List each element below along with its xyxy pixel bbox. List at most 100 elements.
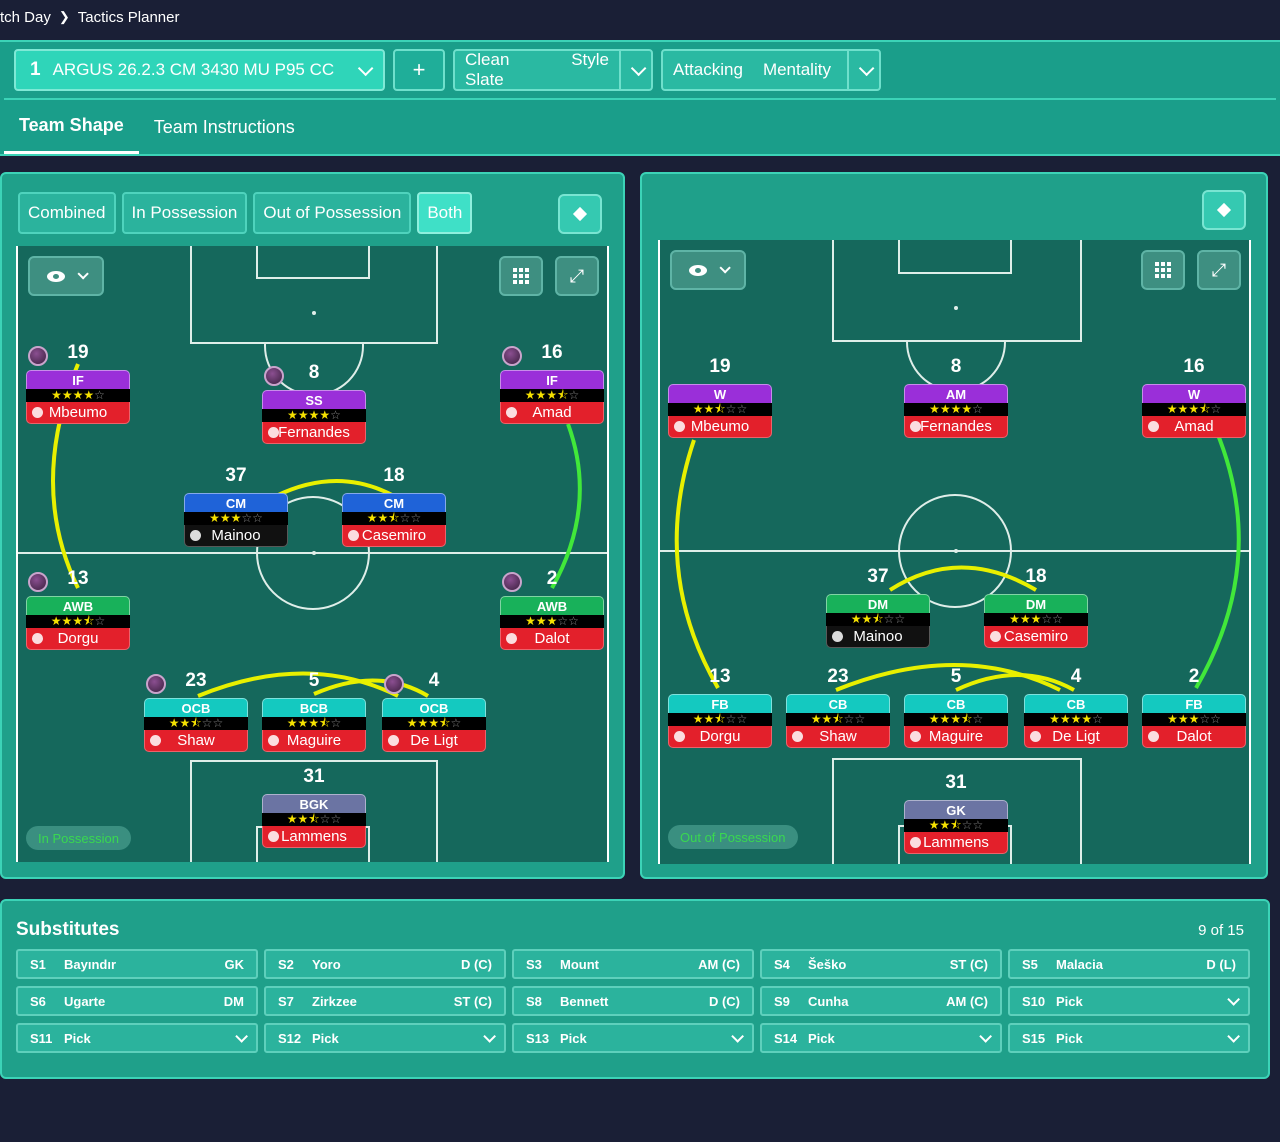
trait-badge-icon bbox=[146, 674, 166, 694]
mode-out-of-possession-button[interactable]: Out of Possession bbox=[253, 192, 412, 234]
role-rating-stars: ★★⯪☆☆ bbox=[342, 512, 446, 525]
substitute-slot-s3[interactable]: S3 Mount AM (C) bbox=[512, 949, 754, 979]
tab-team-instructions[interactable]: Team Instructions bbox=[139, 100, 310, 154]
player-icon bbox=[910, 731, 921, 742]
sub-player-name: Pick bbox=[808, 1030, 835, 1046]
shirt-number: 4 bbox=[416, 666, 452, 696]
substitute-slot-s13[interactable]: S13 Pick bbox=[512, 1023, 754, 1053]
mode-in-possession-button[interactable]: In Possession bbox=[121, 192, 248, 234]
view-options-button[interactable] bbox=[670, 250, 746, 290]
style-dropdown-button[interactable] bbox=[619, 51, 651, 89]
sub-position: D (L) bbox=[1206, 956, 1236, 972]
role-rating-stars: ★★★⯪☆ bbox=[382, 717, 486, 730]
link-line bbox=[550, 423, 582, 589]
player-card[interactable]: 37 CM ★★★☆☆ Mainoo bbox=[184, 463, 288, 547]
player-role: SS bbox=[262, 390, 366, 409]
trait-badge-icon bbox=[384, 674, 404, 694]
grid-toggle-button[interactable] bbox=[1141, 250, 1185, 290]
substitute-slot-s10[interactable]: S10 Pick bbox=[1008, 986, 1250, 1016]
substitute-slot-s7[interactable]: S7 Zirkzee ST (C) bbox=[264, 986, 506, 1016]
tactic-select[interactable]: 1 ARGUS 26.2.3 CM 3430 MU P95 CC bbox=[14, 49, 385, 91]
sub-player-name: Mount bbox=[560, 956, 599, 972]
player-card[interactable]: 8 AM ★★★★☆ Fernandes bbox=[904, 352, 1008, 438]
player-card[interactable]: 31 GK ★★⯪☆☆ Lammens bbox=[904, 768, 1008, 854]
mentality-select[interactable]: Attacking Mentality bbox=[661, 49, 881, 91]
player-role: BGK bbox=[262, 794, 366, 813]
link-line bbox=[313, 678, 430, 698]
player-card[interactable]: 4 CB ★★★★☆ De Ligt bbox=[1024, 662, 1128, 748]
player-card[interactable]: 5 CB ★★★⯪☆ Maguire bbox=[904, 662, 1008, 748]
player-card[interactable]: 18 DM ★★★☆☆ Casemiro bbox=[984, 562, 1088, 648]
substitute-slot-s11[interactable]: S11 Pick bbox=[16, 1023, 258, 1053]
player-card[interactable]: 4 OCB ★★★⯪☆ De Ligt bbox=[382, 666, 486, 752]
trait-badge-icon bbox=[264, 366, 284, 386]
player-name: Fernandes bbox=[920, 418, 992, 435]
substitute-slot-s6[interactable]: S6 Ugarte DM bbox=[16, 986, 258, 1016]
player-card[interactable]: 16 W ★★★⯪☆ Amad bbox=[1142, 352, 1246, 438]
substitute-slot-s12[interactable]: S12 Pick bbox=[264, 1023, 506, 1053]
chevron-down-icon bbox=[357, 60, 374, 76]
tactic-header-panel: 1 ARGUS 26.2.3 CM 3430 MU P95 CC + Clean… bbox=[0, 40, 1280, 156]
role-rating-stars: ★★⯪☆☆ bbox=[786, 713, 890, 726]
mentality-dropdown-button[interactable] bbox=[847, 51, 879, 89]
player-card[interactable]: 19 IF ★★★★☆ Mbeumo bbox=[26, 338, 130, 424]
player-card[interactable]: 8 SS ★★★★☆ Fernandes bbox=[262, 358, 366, 444]
formation-diamond-button[interactable] bbox=[558, 194, 602, 234]
expand-button[interactable]: ⤢ bbox=[1197, 250, 1241, 290]
player-card[interactable]: 18 CM ★★⯪☆☆ Casemiro bbox=[342, 461, 446, 547]
add-tactic-button[interactable]: + bbox=[393, 49, 445, 91]
phase-label-pill: Out of Possession bbox=[668, 825, 798, 849]
substitute-slot-s1[interactable]: S1 Bayındır GK bbox=[16, 949, 258, 979]
link-line bbox=[955, 673, 1075, 692]
player-card[interactable]: 19 W ★★⯪☆☆ Mbeumo bbox=[668, 352, 772, 438]
player-card[interactable]: 13 AWB ★★★⯪☆ Dorgu bbox=[26, 564, 130, 650]
player-role: CB bbox=[1024, 694, 1128, 713]
player-card[interactable]: 13 FB ★★⯪☆☆ Dorgu bbox=[668, 662, 772, 748]
sub-player-name: Bennett bbox=[560, 993, 609, 1009]
expand-button[interactable]: ⤢ bbox=[555, 256, 599, 296]
player-icon bbox=[190, 530, 201, 541]
substitute-slot-s15[interactable]: S15 Pick bbox=[1008, 1023, 1250, 1053]
player-card[interactable]: 16 IF ★★★⯪☆ Amad bbox=[500, 338, 604, 424]
player-icon bbox=[990, 631, 1001, 642]
player-card[interactable]: 2 FB ★★★☆☆ Dalot bbox=[1142, 662, 1246, 748]
role-rating-stars: ★★★★☆ bbox=[262, 409, 366, 422]
substitute-slot-s4[interactable]: S4 Šeško ST (C) bbox=[760, 949, 1002, 979]
view-options-button[interactable] bbox=[28, 256, 104, 296]
mode-both-button[interactable]: Both bbox=[417, 192, 473, 234]
player-name: Shaw bbox=[177, 732, 215, 749]
player-name: Mbeumo bbox=[690, 418, 750, 435]
role-rating-stars: ★★★★☆ bbox=[26, 389, 130, 402]
shirt-number: 37 bbox=[219, 463, 253, 493]
player-card[interactable]: 31 BGK ★★⯪☆☆ Lammens bbox=[262, 762, 366, 848]
player-card[interactable]: 37 DM ★★⯪☆☆ Mainoo bbox=[826, 564, 930, 648]
player-icon bbox=[910, 421, 921, 432]
substitute-slot-s2[interactable]: S2 Yoro D (C) bbox=[264, 949, 506, 979]
role-rating-stars: ★★⯪☆☆ bbox=[826, 613, 930, 626]
player-icon bbox=[388, 735, 399, 746]
player-name: Casemiro bbox=[1003, 628, 1069, 645]
substitute-slot-s9[interactable]: S9 Cunha AM (C) bbox=[760, 986, 1002, 1016]
grid-toggle-button[interactable] bbox=[499, 256, 543, 296]
substitute-slot-s5[interactable]: S5 Malacia D (L) bbox=[1008, 949, 1250, 979]
role-rating-stars: ★★⯪☆☆ bbox=[904, 819, 1008, 832]
player-card[interactable]: 23 OCB ★★⯪☆☆ Shaw bbox=[144, 666, 248, 752]
chevron-down-icon bbox=[235, 1029, 248, 1043]
substitute-slot-s14[interactable]: S14 Pick bbox=[760, 1023, 1002, 1053]
shirt-number: 2 bbox=[534, 564, 570, 594]
player-icon bbox=[910, 837, 921, 848]
player-card[interactable]: 2 AWB ★★★☆☆ Dalot bbox=[500, 564, 604, 650]
player-card[interactable]: 5 BCB ★★★⯪☆ Maguire bbox=[262, 666, 366, 752]
role-rating-stars: ★★★☆☆ bbox=[184, 512, 288, 525]
substitute-slot-s8[interactable]: S8 Bennett D (C) bbox=[512, 986, 754, 1016]
mode-combined-button[interactable]: Combined bbox=[18, 192, 116, 234]
role-rating-stars: ★★★☆☆ bbox=[500, 615, 604, 628]
player-role: GK bbox=[904, 800, 1008, 819]
sub-slot-label: S8 bbox=[526, 993, 542, 1009]
chevron-down-icon bbox=[77, 268, 89, 280]
tab-team-shape[interactable]: Team Shape bbox=[4, 100, 139, 154]
breadcrumb-parent[interactable]: tch Day bbox=[0, 9, 51, 26]
style-select[interactable]: Clean Slate Style bbox=[453, 49, 653, 91]
player-card[interactable]: 23 CB ★★⯪☆☆ Shaw bbox=[786, 662, 890, 748]
formation-diamond-button[interactable] bbox=[1202, 190, 1246, 230]
